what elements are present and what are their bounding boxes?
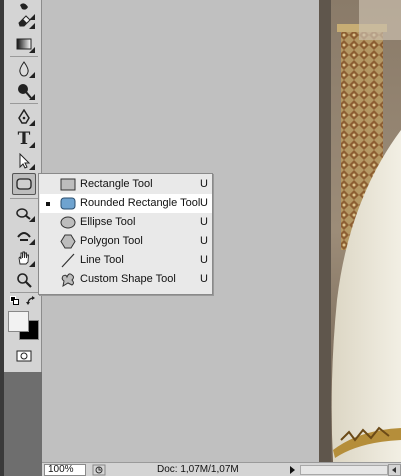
zoom-tool[interactable] [12,269,36,291]
tool-separator [10,56,38,57]
hand-tool[interactable] [12,247,36,269]
rounded-rectangle-icon [16,178,32,190]
menu-item-custom-shape-tool[interactable]: Custom Shape Tool U [40,270,212,289]
tool-separator [10,103,38,104]
shortcut-key: U [200,178,208,190]
shape-tool[interactable] [12,173,36,195]
menu-item-line-tool[interactable]: Line Tool U [40,251,212,270]
shortcut-key: U [200,273,208,285]
pen-tool[interactable] [12,106,36,128]
tools-panel-empty-area [4,372,42,476]
foreground-color-swatch[interactable] [8,311,29,332]
zoom-level-field[interactable]: 100% [44,464,86,476]
submenu-indicator [29,47,35,53]
submenu-indicator [29,261,35,267]
type-tool[interactable]: T [12,128,36,150]
default-colors-icon[interactable] [10,296,19,305]
tool-separator [10,292,38,293]
ellipse-icon [60,216,76,229]
drop-tool[interactable] [12,58,36,80]
document-image[interactable] [319,0,401,462]
path-selection-tool[interactable] [12,150,36,172]
shape-tool-flyout-menu: Rectangle Tool U Rounded Rectangle Tool … [38,173,213,295]
submenu-indicator [29,164,35,170]
submenu-indicator [29,120,35,126]
quick-mask-icon [16,350,32,362]
dodge-tool[interactable] [12,80,36,102]
tools-panel: T [4,0,42,476]
custom-shape-icon [61,273,74,287]
3d-orbit-tool[interactable] [12,225,36,247]
document-size-info: Doc: 1,07M/1,07M [157,464,239,475]
menu-item-label: Rounded Rectangle Tool [80,197,201,209]
menu-item-label: Rectangle Tool [80,178,153,190]
submenu-indicator [29,142,35,148]
swap-colors-icon[interactable] [26,296,36,306]
3d-rotate-tool[interactable] [12,202,36,224]
eraser-tool[interactable] [12,9,36,31]
submenu-indicator [29,239,35,245]
status-menu-arrow-icon[interactable] [286,464,298,476]
submenu-indicator [29,72,35,78]
menu-item-label: Polygon Tool [80,235,143,247]
gradient-tool[interactable] [12,33,36,55]
line-icon [61,253,75,268]
rounded-rectangle-icon [60,197,76,210]
submenu-indicator [29,94,35,100]
menu-item-label: Line Tool [80,254,124,266]
rectangle-icon [60,178,76,191]
zoom-icon [17,273,32,288]
submenu-indicator [29,216,35,222]
menu-item-rounded-rectangle-tool[interactable]: Rounded Rectangle Tool U [40,194,212,213]
photo-content [319,0,401,462]
polygon-icon [60,234,76,249]
quick-mask-button[interactable] [12,345,36,367]
menu-item-rectangle-tool[interactable]: Rectangle Tool U [40,175,212,194]
selected-bullet-icon [46,202,50,206]
menu-item-label: Custom Shape Tool [80,273,176,285]
horizontal-scrollbar-track[interactable] [300,465,388,475]
menu-item-polygon-tool[interactable]: Polygon Tool U [40,232,212,251]
scroll-left-arrow-icon[interactable] [388,464,401,476]
document-profile-icon[interactable] [92,464,106,476]
shortcut-key: U [200,197,208,209]
shortcut-key: U [200,235,208,247]
submenu-indicator [29,23,35,29]
menu-item-ellipse-tool[interactable]: Ellipse Tool U [40,213,212,232]
status-bar: 100% Doc: 1,07M/1,07M [42,462,401,476]
shortcut-key: U [200,254,208,266]
tool-separator [10,198,38,199]
shortcut-key: U [200,216,208,228]
menu-item-label: Ellipse Tool [80,216,136,228]
